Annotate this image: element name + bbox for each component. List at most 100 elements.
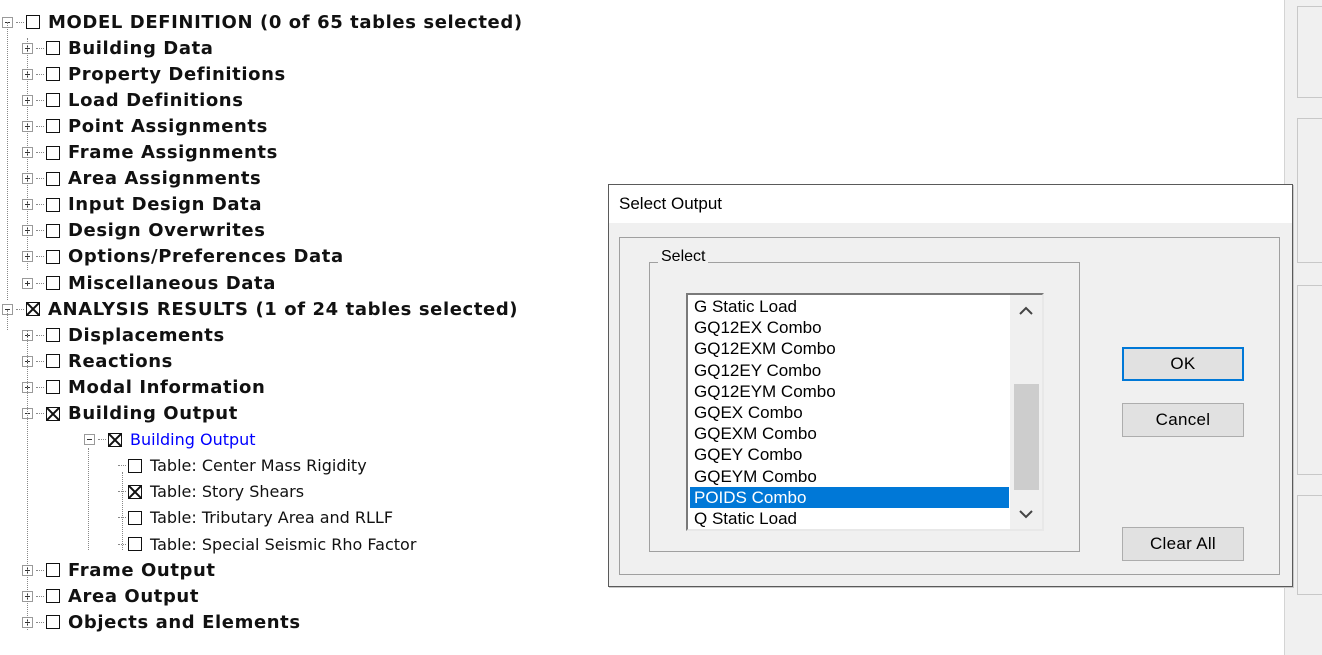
node-checkbox[interactable] (46, 41, 60, 56)
tree-node-label: Reactions (68, 350, 173, 372)
node-checkbox[interactable] (46, 589, 60, 604)
node-checkbox[interactable] (128, 510, 142, 525)
tree-node[interactable]: Input Design Data (22, 192, 262, 218)
tree-node-label: Options/Preferences Data (68, 246, 344, 268)
list-item[interactable]: Q Static Load (690, 508, 1009, 529)
tree-connector (118, 465, 126, 467)
side-button[interactable] (1297, 285, 1322, 475)
node-checkbox[interactable] (26, 15, 40, 29)
scroll-up-icon[interactable] (1010, 295, 1042, 325)
node-checkbox[interactable] (46, 354, 60, 369)
node-checkbox[interactable] (46, 93, 60, 108)
tree-node[interactable]: Building Output (84, 427, 256, 453)
node-checkbox[interactable] (46, 328, 60, 343)
tree-node-label: MODEL DEFINITION (0 of 65 tables selecte… (48, 11, 523, 33)
list-item[interactable]: GQ12EYM Combo (690, 381, 1009, 402)
dialog-title-bar[interactable]: Select Output (609, 185, 1292, 223)
tree-node[interactable]: MODEL DEFINITION (0 of 65 tables selecte… (2, 9, 523, 35)
tree-node[interactable]: Table: Story Shears (118, 479, 304, 505)
node-checkbox[interactable] (46, 171, 60, 186)
tree-node[interactable]: Frame Output (22, 557, 216, 583)
node-checkbox[interactable] (46, 406, 60, 421)
tree-node[interactable]: Options/Preferences Data (22, 244, 344, 270)
listbox-scrollbar[interactable] (1010, 295, 1042, 529)
dialog-title: Select Output (619, 194, 723, 213)
tree-node[interactable]: Table: Tributary Area and RLLF (118, 505, 393, 531)
list-item[interactable]: GQEYM Combo (690, 466, 1009, 487)
tree-node-label: Building Data (68, 37, 214, 59)
tree-node[interactable]: Area Output (22, 583, 199, 609)
tree-node-label: Frame Assignments (68, 142, 278, 163)
tree-node[interactable]: ANALYSIS RESULTS (1 of 24 tables selecte… (2, 296, 518, 322)
tree-node[interactable]: Building Output (22, 401, 238, 427)
tree-connector (36, 99, 44, 101)
tree-connector (36, 360, 44, 362)
tree-connector (16, 21, 24, 23)
list-item[interactable]: GQEY Combo (690, 444, 1009, 465)
tree-node[interactable]: Area Assignments (22, 166, 261, 192)
node-checkbox[interactable] (26, 302, 40, 317)
tree-node-label: Area Output (68, 585, 200, 607)
tree-node[interactable]: Load Definitions (22, 87, 244, 113)
node-checkbox[interactable] (46, 563, 60, 578)
tree-node[interactable]: Table: Center Mass Rigidity (118, 453, 367, 479)
node-checkbox[interactable] (128, 484, 142, 499)
scroll-down-icon[interactable] (1010, 499, 1042, 529)
node-checkbox[interactable] (46, 276, 60, 290)
node-checkbox[interactable] (46, 223, 60, 238)
tree-node[interactable]: Miscellaneous Data (22, 270, 276, 296)
tree-node[interactable]: Displacements (22, 322, 225, 348)
list-item[interactable]: GQEXM Combo (690, 423, 1009, 444)
clear-all-button[interactable]: Clear All (1122, 527, 1244, 561)
tree-node[interactable]: Point Assignments (22, 113, 268, 139)
cancel-button[interactable]: Cancel (1122, 403, 1244, 437)
tree-connector (36, 178, 44, 180)
tree-node[interactable]: Reactions (22, 348, 173, 374)
node-checkbox[interactable] (46, 145, 60, 160)
side-button[interactable] (1297, 118, 1322, 263)
node-checkbox[interactable] (128, 458, 142, 473)
list-item[interactable]: GQ12EXM Combo (690, 338, 1009, 359)
tree-connector (98, 439, 106, 441)
ok-button[interactable]: OK (1122, 347, 1244, 381)
tree-node-label: Point Assignments (68, 115, 268, 137)
list-item[interactable]: GQEX Combo (690, 402, 1009, 423)
node-checkbox[interactable] (108, 432, 122, 447)
list-item[interactable]: POIDS Combo (690, 486, 1009, 508)
scrollbar-thumb[interactable] (1014, 384, 1039, 490)
tree-connector (36, 334, 44, 336)
tree-node[interactable]: Table: Special Seismic Rho Factor (118, 531, 416, 557)
tree-node[interactable]: Frame Assignments (22, 140, 278, 166)
node-checkbox[interactable] (46, 249, 60, 264)
list-item[interactable]: G Static Load (690, 296, 1009, 317)
tree-node-label: Miscellaneous Data (68, 272, 276, 294)
tree-node-label: Table: Center Mass Rigidity (150, 456, 367, 476)
side-button[interactable] (1297, 6, 1322, 98)
tree-connector (36, 413, 44, 414)
tree-node[interactable]: Building Data (22, 35, 214, 61)
node-checkbox[interactable] (46, 380, 60, 395)
tree-connector (36, 152, 44, 153)
node-checkbox[interactable] (46, 615, 60, 630)
tree-node[interactable]: Objects and Elements (22, 609, 301, 635)
list-item[interactable]: GQ12EX Combo (690, 317, 1009, 338)
tree-node[interactable]: Modal Information (22, 374, 265, 400)
node-checkbox[interactable] (46, 119, 60, 134)
list-item[interactable]: GQ12EY Combo (690, 360, 1009, 381)
tree-node[interactable]: Property Definitions (22, 61, 286, 87)
node-checkbox[interactable] (46, 197, 60, 212)
side-button[interactable] (1297, 495, 1322, 595)
collapse-icon[interactable] (84, 434, 95, 446)
tree-node-label: ANALYSIS RESULTS (1 of 24 tables selecte… (48, 298, 519, 320)
tree-node-label: Load Definitions (68, 89, 244, 111)
node-checkbox[interactable] (128, 537, 142, 551)
output-listbox[interactable]: G Static Load GQ12EX Combo GQ12EXM Combo GQ… (686, 293, 1044, 531)
tree-connector (36, 595, 44, 597)
tree-node-label: Frame Output (68, 559, 216, 581)
select-group-label: Select (658, 248, 709, 266)
tree-node-label: Area Assignments (68, 168, 262, 190)
expand-icon[interactable] (22, 277, 33, 289)
tree-connector (36, 256, 44, 258)
tree-node[interactable]: Design Overwrites (22, 218, 266, 244)
node-checkbox[interactable] (46, 67, 60, 82)
